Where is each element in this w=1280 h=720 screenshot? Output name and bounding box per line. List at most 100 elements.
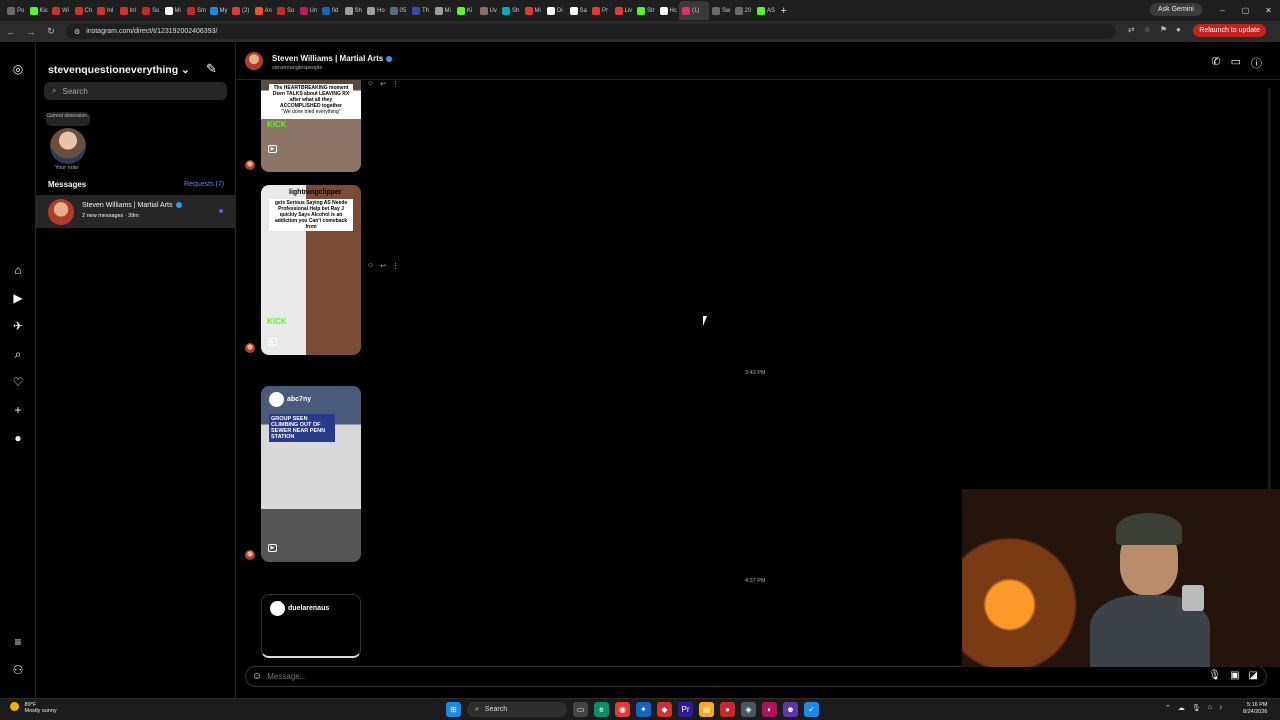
tray-chevron-icon[interactable]: ⌃ bbox=[1165, 704, 1171, 712]
instagram-logo-icon[interactable]: ◎ bbox=[9, 60, 27, 78]
start-windows-icon[interactable]: ⊞ bbox=[446, 702, 461, 717]
profile-avatar-icon[interactable]: ● bbox=[9, 429, 27, 447]
shared-reel[interactable]: lightningclipper gets Serious Saying AS … bbox=[261, 185, 361, 355]
edge-icon[interactable]: e bbox=[594, 702, 609, 717]
ask-gemini-button[interactable]: Ask Gemini bbox=[1150, 3, 1202, 16]
extensions-icon[interactable]: ⚑ bbox=[1160, 25, 1167, 34]
browser-tab[interactable]: fid bbox=[319, 1, 342, 20]
more-menu-icon[interactable]: ≡ bbox=[9, 633, 27, 651]
browser-tab[interactable]: Hc bbox=[657, 1, 680, 20]
browser-tab[interactable]: Sh bbox=[499, 1, 522, 20]
create-icon[interactable]: + bbox=[9, 401, 27, 419]
browser-tab[interactable]: My bbox=[207, 1, 230, 20]
react-emoji-icon[interactable]: ☺ bbox=[367, 80, 374, 88]
premiere-icon[interactable]: Pr bbox=[678, 702, 693, 717]
avatar[interactable] bbox=[245, 52, 263, 70]
browser-tab[interactable]: Pr bbox=[589, 1, 612, 20]
browser-tab[interactable]: Liv bbox=[612, 1, 635, 20]
browser-tab[interactable]: Ho bbox=[364, 1, 387, 20]
file-explorer-icon[interactable]: ▤ bbox=[699, 702, 714, 717]
messages-icon[interactable]: ✈ bbox=[9, 317, 27, 335]
browser-tab[interactable]: Mi bbox=[162, 1, 185, 20]
more-options-icon[interactable]: ⋮ bbox=[392, 262, 399, 270]
shared-reel[interactable]: The HEARTBREAKING moment Deen TALKS abou… bbox=[261, 80, 361, 172]
forward-icon[interactable]: → bbox=[22, 27, 40, 37]
browser-tab[interactable]: 20 bbox=[732, 1, 755, 20]
app-icon[interactable]: ◐ bbox=[762, 702, 777, 717]
account-switcher[interactable]: stevenquestioneverything ⌄ bbox=[48, 64, 190, 76]
reels-icon[interactable]: ▶ bbox=[9, 289, 27, 307]
browser-tab[interactable]: So bbox=[139, 1, 162, 20]
address-bar[interactable]: ⚙ instagram.com/direct/t/123192002406393… bbox=[66, 24, 1116, 39]
site-info-icon[interactable]: ⚙ bbox=[74, 28, 80, 36]
search-icon[interactable]: ⌕ bbox=[9, 345, 27, 363]
mic-tray-icon[interactable]: 🎙 bbox=[1192, 704, 1201, 712]
emoji-icon[interactable]: ☺ bbox=[252, 671, 262, 682]
app-icon[interactable]: ● bbox=[720, 702, 735, 717]
weather-widget[interactable]: 89°F Mostly sunny bbox=[10, 702, 57, 714]
sticker-icon[interactable]: ◪ bbox=[1249, 670, 1258, 681]
profile-icon[interactable]: ● bbox=[1176, 25, 1181, 34]
message-input[interactable] bbox=[267, 672, 1168, 681]
app-icon[interactable]: ◆ bbox=[657, 702, 672, 717]
browser-tab[interactable]: Sm bbox=[184, 1, 207, 20]
bookmark-star-icon[interactable]: ☆ bbox=[1144, 25, 1151, 34]
browser-tab[interactable]: (2) bbox=[229, 1, 252, 20]
chrome-icon[interactable]: ◉ bbox=[615, 702, 630, 717]
task-view-icon[interactable]: ▭ bbox=[573, 702, 588, 717]
app-icon[interactable]: ◈ bbox=[741, 702, 756, 717]
translate-icon[interactable]: ⇄ bbox=[1128, 25, 1135, 34]
browser-tab[interactable]: 05 bbox=[387, 1, 410, 20]
note-avatar[interactable] bbox=[50, 128, 86, 164]
shared-reel[interactable]: abc7ny GROUP SEEN CLIMBING OUT OF SEWER … bbox=[261, 386, 361, 562]
cloud-icon[interactable]: ☁ bbox=[1178, 704, 1185, 712]
browser-tab[interactable]: An bbox=[252, 1, 275, 20]
taskbar-clock[interactable]: 5:16 PM 8/24/2026 bbox=[1243, 702, 1267, 716]
requests-link[interactable]: Requests (7) bbox=[184, 181, 224, 188]
browser-tab[interactable]: (1) bbox=[679, 1, 709, 20]
browser-tab[interactable]: Mi bbox=[432, 1, 455, 20]
browser-tab[interactable]: Mi bbox=[522, 1, 545, 20]
maximize-button[interactable]: ▢ bbox=[1234, 0, 1257, 21]
notifications-heart-icon[interactable]: ♡ bbox=[9, 373, 27, 391]
note-bubble[interactable]: Current obsession.. bbox=[46, 112, 90, 126]
copilot-icon[interactable]: ✦ bbox=[636, 702, 651, 717]
browser-tab[interactable]: Un bbox=[297, 1, 320, 20]
volume-icon[interactable]: ♪ bbox=[1219, 704, 1223, 712]
browser-tab[interactable]: Sh bbox=[342, 1, 365, 20]
home-icon[interactable]: ⌂ bbox=[9, 261, 27, 279]
browser-tab[interactable]: Th bbox=[409, 1, 432, 20]
browser-tab[interactable]: Inl bbox=[117, 1, 140, 20]
taskbar-search[interactable]: ⌕ Search bbox=[467, 702, 567, 717]
back-icon[interactable]: ← bbox=[2, 27, 20, 37]
browser-tab[interactable]: Inl bbox=[94, 1, 117, 20]
network-icon[interactable]: ⌂ bbox=[1208, 704, 1212, 712]
browser-tab[interactable]: So bbox=[274, 1, 297, 20]
video-call-icon[interactable]: ▭ bbox=[1231, 55, 1241, 71]
browser-tab[interactable]: Sw bbox=[709, 1, 732, 20]
shared-reel[interactable]: duelarenaus bbox=[261, 594, 361, 658]
app-icon[interactable]: ✓ bbox=[804, 702, 819, 717]
browser-tab[interactable]: Kic bbox=[27, 1, 50, 20]
info-icon[interactable]: ⓘ bbox=[1251, 55, 1262, 71]
relaunch-to-update-button[interactable]: Relaunch to update bbox=[1193, 24, 1266, 37]
new-message-icon[interactable]: ✎ bbox=[206, 61, 217, 77]
browser-tab[interactable]: Wi bbox=[49, 1, 72, 20]
browser-tab[interactable]: Di bbox=[544, 1, 567, 20]
new-tab-button[interactable]: + bbox=[781, 5, 787, 17]
meta-icon[interactable]: ⚇ bbox=[9, 661, 27, 679]
image-upload-icon[interactable]: ▣ bbox=[1230, 670, 1239, 681]
more-options-icon[interactable]: ⋮ bbox=[392, 80, 399, 88]
chat-title[interactable]: Steven Williams | Martial Arts bbox=[272, 54, 393, 63]
close-window-button[interactable]: ✕ bbox=[1257, 0, 1280, 21]
conversation-item[interactable]: Steven Williams | Martial Arts 2 new mes… bbox=[36, 195, 235, 228]
browser-tab[interactable]: Sa bbox=[567, 1, 590, 20]
reply-icon[interactable]: ↩ bbox=[380, 262, 386, 270]
minimize-button[interactable]: – bbox=[1211, 0, 1234, 21]
reply-icon[interactable]: ↩ bbox=[380, 80, 386, 88]
browser-tab[interactable]: Ch bbox=[72, 1, 95, 20]
search-input[interactable]: ⌕ Search bbox=[44, 82, 227, 100]
phone-call-icon[interactable]: ✆ bbox=[1211, 55, 1220, 71]
microphone-icon[interactable]: 🎙 bbox=[1208, 670, 1221, 681]
browser-tab[interactable]: AS bbox=[754, 1, 777, 20]
